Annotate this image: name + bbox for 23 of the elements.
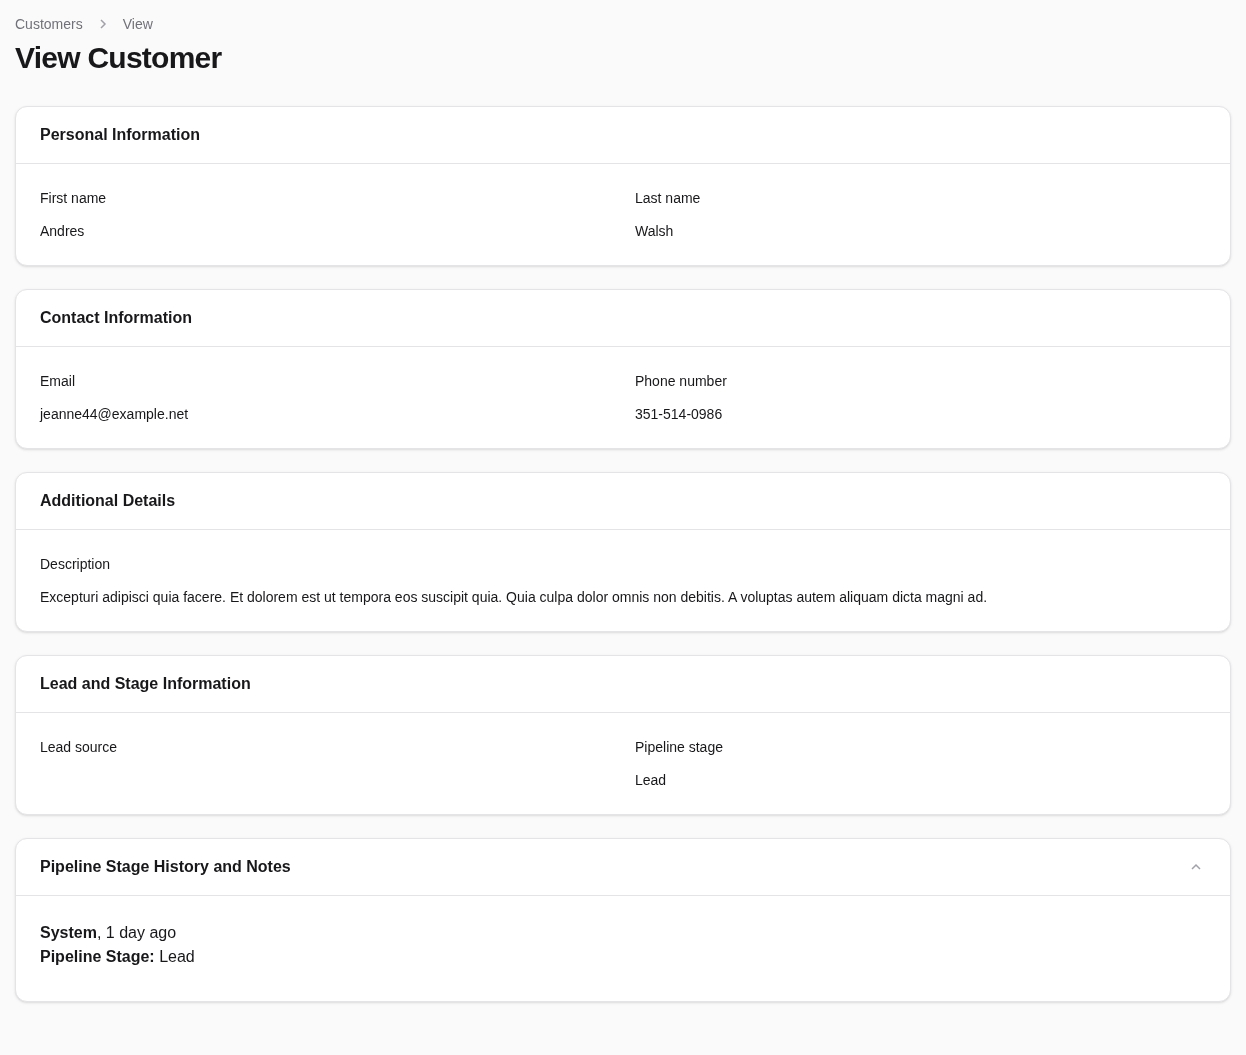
field-label: Last name — [635, 189, 702, 208]
note-text: Pipeline Stage: Lead — [40, 947, 196, 967]
field-value: Excepturi adipisci quia facere. Et dolorem est ut tempora eos suscipit quia. Quia culpa dolor omnis non debitis. A voluptas autem aliquam dicta magni ad. — [40, 588, 989, 607]
field-value: Lead — [635, 771, 668, 790]
section-title: Pipeline Stage History and Notes — [40, 857, 291, 877]
page-title: View Customer — [15, 40, 223, 76]
section-title: Personal Information — [40, 125, 201, 145]
field-label: Pipeline stage — [635, 738, 724, 757]
field-label: Lead source — [40, 738, 119, 757]
field-label: First name — [40, 189, 108, 208]
field-label: Email — [40, 372, 76, 391]
field-value: 351-514-0986 — [635, 405, 724, 424]
field-label: Phone number — [635, 372, 728, 391]
breadcrumb-link[interactable]: View — [122, 14, 153, 34]
section-title: Contact Information — [40, 308, 192, 328]
note-text: System, 1 day ago — [40, 923, 178, 943]
field-label: Description — [40, 555, 112, 574]
field-value: jeanne44@example.net — [40, 405, 190, 424]
field-value: Andres — [40, 222, 86, 241]
field-value: Walsh — [635, 222, 675, 241]
section-title: Additional Details — [40, 491, 176, 511]
section-title: Lead and Stage Information — [40, 674, 251, 694]
breadcrumb-link[interactable]: Customers — [15, 14, 83, 34]
